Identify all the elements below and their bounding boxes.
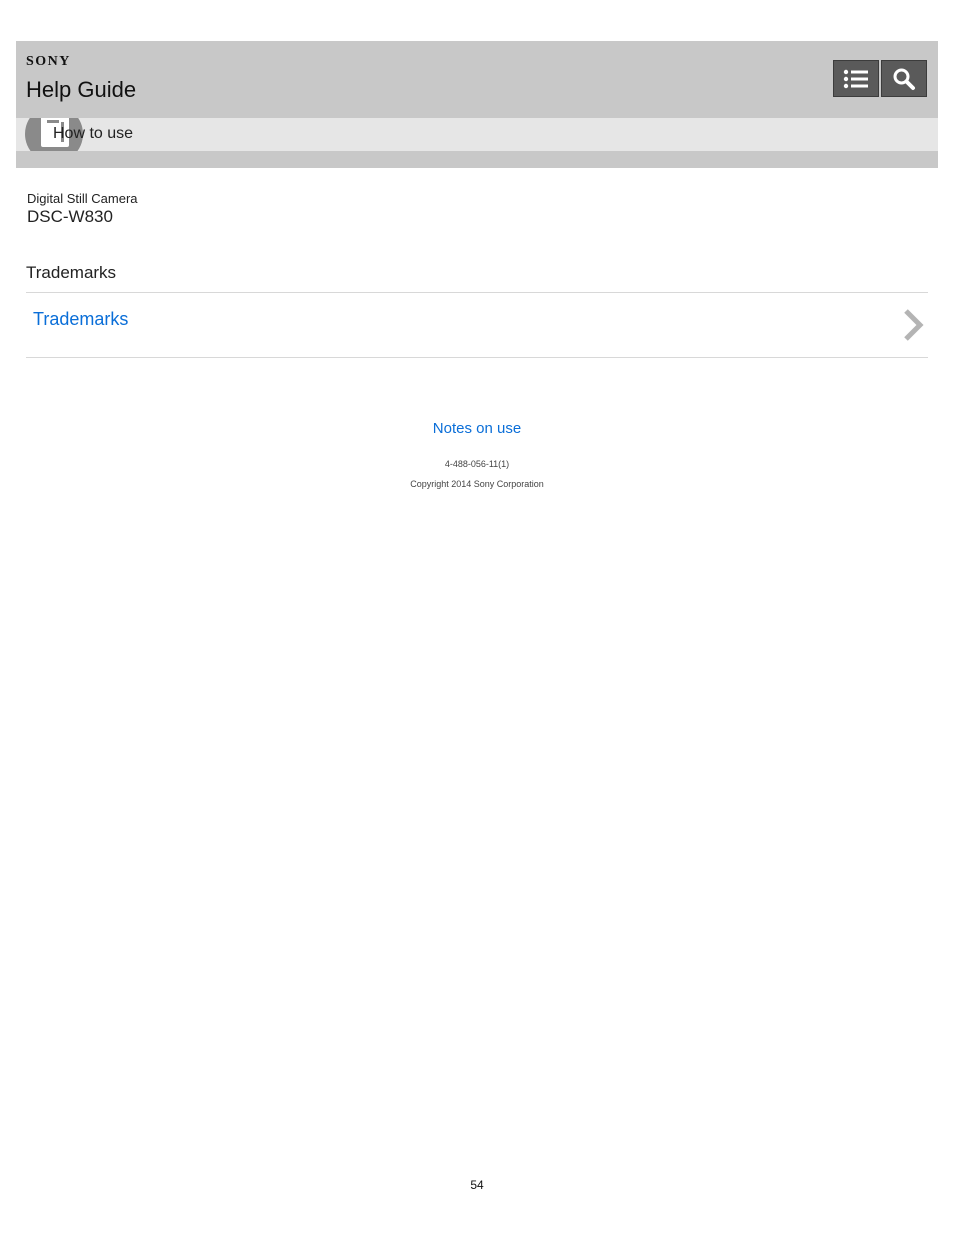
- product-model: DSC-W830: [27, 207, 113, 226]
- document-code: 4-488-056-11(1): [444, 459, 510, 469]
- notes-on-use-link[interactable]: Notes on use: [433, 420, 521, 437]
- trademarks-link[interactable]: Trademarks: [33, 309, 128, 330]
- category-bar: How to use: [16, 118, 938, 151]
- chevron-right-icon: [904, 309, 924, 341]
- list-icon: [843, 69, 868, 88]
- search-button[interactable]: [881, 60, 927, 97]
- divider-bar: [16, 151, 938, 168]
- list-item-trademarks[interactable]: Trademarks: [26, 293, 928, 357]
- divider: [26, 357, 928, 358]
- section-heading: Trademarks: [26, 263, 117, 282]
- product-type: Digital Still Camera: [27, 191, 138, 206]
- notes-on-use-container: Notes on use: [0, 420, 954, 437]
- page-title: Help Guide: [26, 77, 137, 102]
- brand-logo: SONY: [26, 54, 71, 69]
- copyright-text: Copyright 2014 Sony Corporation: [410, 479, 544, 489]
- category-label[interactable]: How to use: [53, 125, 133, 143]
- page-number: 54: [470, 1178, 484, 1192]
- header-bar: SONY Help Guide: [16, 41, 938, 118]
- search-icon: [893, 68, 915, 90]
- table-of-contents-button[interactable]: [833, 60, 879, 97]
